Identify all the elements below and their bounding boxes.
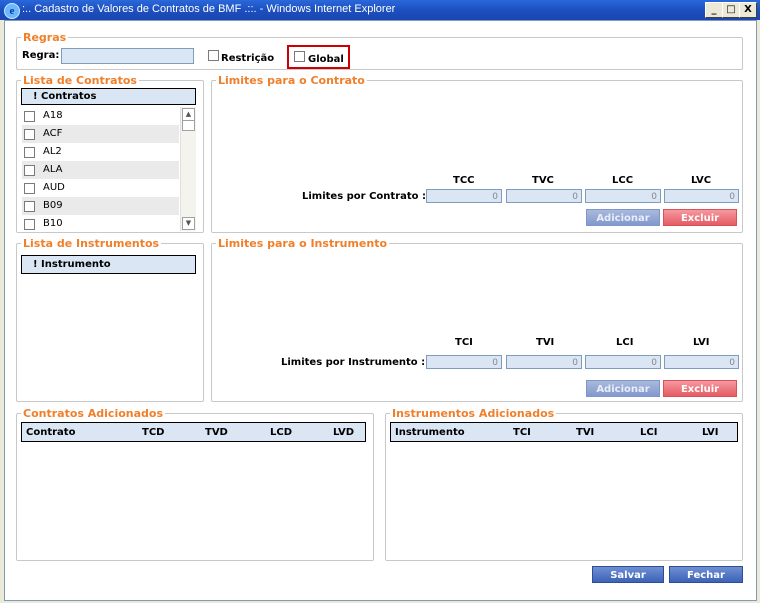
contratos-adicionados-legend: Contratos Adicionados [23, 407, 163, 420]
item-checkbox[interactable] [24, 111, 35, 122]
restricao-checkbox[interactable] [208, 50, 219, 61]
col-lci: LCI [616, 337, 634, 348]
list-item[interactable]: AUD [22, 179, 179, 197]
tvi-input[interactable]: 0 [506, 355, 582, 369]
adicionar-contrato-button[interactable]: Adicionar [586, 209, 660, 226]
col-lcd: LCD [270, 427, 293, 438]
contratos-list[interactable]: A18 ACF AL2 ALA AUD B09 B10 [22, 107, 179, 231]
col-contrato: Contrato [26, 427, 76, 438]
window-title: :.. Cadastro de Valores de Contratos de … [22, 3, 396, 15]
restricao-label: Restrição [221, 53, 275, 64]
item-checkbox[interactable] [24, 201, 35, 212]
col-tvd: TVD [205, 427, 228, 438]
item-checkbox[interactable] [24, 129, 35, 140]
col-lvi: LVI [693, 337, 710, 348]
tci-input[interactable]: 0 [426, 355, 502, 369]
excluir-instrumento-button[interactable]: Excluir [663, 380, 737, 397]
list-item[interactable]: ACF [22, 125, 179, 143]
col-lcc: LCC [612, 175, 634, 186]
item-checkbox[interactable] [24, 183, 35, 194]
lista-instrumentos-legend: Lista de Instrumentos [23, 237, 160, 250]
col-tcc: TCC [453, 175, 475, 186]
title-bar: e :.. Cadastro de Valores de Contratos d… [0, 0, 760, 20]
tvc-input[interactable]: 0 [506, 189, 582, 203]
minimize-button[interactable]: _ [705, 2, 723, 18]
fechar-button[interactable]: Fechar [669, 566, 743, 583]
list-item[interactable]: AL2 [22, 143, 179, 161]
item-label: ACF [43, 128, 63, 139]
col-tvi: TVI [536, 337, 555, 348]
window-client: Regras Regra: Restrição Global Lista de … [4, 20, 757, 601]
col-instrumento: Instrumento [395, 427, 465, 438]
col-tcd: TCD [142, 427, 165, 438]
col-tci: TCI [455, 337, 473, 348]
contratos-header[interactable]: ! Contratos [21, 88, 196, 105]
tcc-input[interactable]: 0 [426, 189, 502, 203]
item-checkbox[interactable] [24, 147, 35, 158]
item-label: AL2 [43, 146, 62, 157]
item-label: ALA [43, 164, 63, 175]
lvc-input[interactable]: 0 [664, 189, 739, 203]
item-checkbox[interactable] [24, 219, 35, 230]
lista-contratos-legend: Lista de Contratos [23, 74, 137, 87]
lcc-input[interactable]: 0 [585, 189, 661, 203]
col-tvi-added: TVI [576, 427, 595, 438]
regra-input[interactable] [61, 48, 194, 64]
lvi-input[interactable]: 0 [664, 355, 739, 369]
limites-instrumento-label: Limites por Instrumento : [281, 357, 426, 368]
list-item[interactable]: B10 [22, 215, 179, 231]
scroll-thumb[interactable] [182, 120, 195, 131]
global-label: Global [308, 54, 344, 65]
col-lvi-added: LVI [702, 427, 719, 438]
ie-icon: e [4, 3, 20, 19]
list-item[interactable]: B09 [22, 197, 179, 215]
limites-instrumento-legend: Limites para o Instrumento [218, 237, 388, 250]
regras-legend: Regras [23, 31, 67, 44]
col-lvd: LVD [333, 427, 355, 438]
limites-instrumento-group: Limites para o Instrumento [211, 237, 743, 402]
col-tci-added: TCI [513, 427, 531, 438]
maximize-button[interactable]: □ [722, 2, 740, 18]
instrumentos-header[interactable]: ! Instrumento [21, 255, 196, 274]
salvar-button[interactable]: Salvar [592, 566, 664, 583]
item-label: A18 [43, 110, 63, 121]
item-checkbox[interactable] [24, 165, 35, 176]
col-lci-added: LCI [640, 427, 658, 438]
limites-contrato-legend: Limites para o Contrato [218, 74, 365, 87]
global-checkbox[interactable] [294, 51, 305, 62]
excluir-contrato-button[interactable]: Excluir [663, 209, 737, 226]
lci-input[interactable]: 0 [585, 355, 661, 369]
global-highlight: Global [287, 45, 350, 69]
contratos-adicionados-header: Contrato TCD TVD LCD LVD [21, 422, 366, 442]
instrumentos-adicionados-header: Instrumento TCI TVI LCI LVI [390, 422, 738, 442]
col-tvc: TVC [532, 175, 554, 186]
instrumentos-adicionados-legend: Instrumentos Adicionados [392, 407, 555, 420]
close-button[interactable]: X [739, 2, 757, 18]
item-label: AUD [43, 182, 65, 193]
list-item[interactable]: A18 [22, 107, 179, 125]
scroll-down-icon[interactable]: ▼ [182, 217, 195, 230]
regra-label: Regra: [22, 50, 60, 61]
adicionar-instrumento-button[interactable]: Adicionar [586, 380, 660, 397]
col-lvc: LVC [691, 175, 712, 186]
list-item[interactable]: ALA [22, 161, 179, 179]
limites-contrato-label: Limites por Contrato : [302, 191, 427, 202]
item-label: B09 [43, 200, 63, 211]
contratos-scrollbar[interactable]: ▲ ▼ [180, 107, 196, 231]
item-label: B10 [43, 218, 63, 229]
